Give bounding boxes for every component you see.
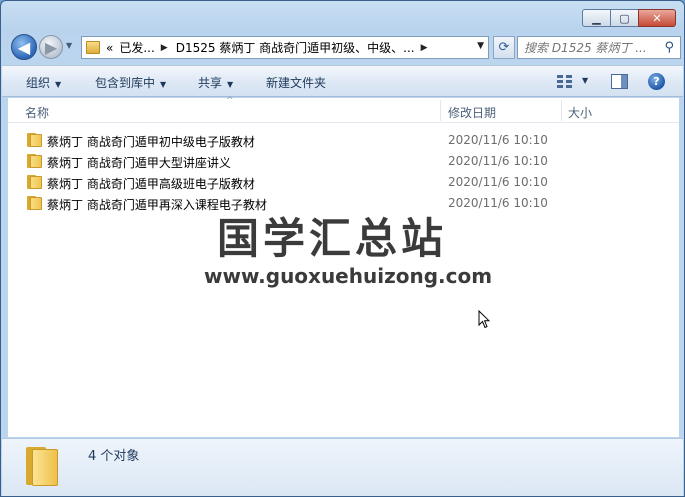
preview-pane-icon[interactable] <box>611 74 628 89</box>
organize-label: 组织 <box>26 76 51 90</box>
forward-button[interactable]: ▶ <box>39 35 63 59</box>
breadcrumb-separator-icon[interactable]: ▶ <box>161 43 168 53</box>
close-button[interactable]: ✕ <box>638 9 676 27</box>
navigation-bar: ◀ ▶ ▼ « 已发... ▶ D1525 蔡炳丁 商战奇门遁甲初级、中级、..… <box>9 34 681 60</box>
share-label: 共享 <box>198 76 223 90</box>
search-input[interactable] <box>524 40 656 55</box>
file-list-pane: ^ 名称 修改日期 大小 蔡炳丁 商战奇门遁甲初中级电子版教材 2020/11/… <box>8 96 679 437</box>
list-item[interactable]: 蔡炳丁 商战奇门遁甲初中级电子版教材 2020/11/6 10:10 <box>8 130 679 151</box>
column-header-name[interactable]: 名称 <box>25 104 49 121</box>
breadcrumb-segment[interactable]: D1525 蔡炳丁 商战奇门遁甲初级、中级、... <box>176 39 415 56</box>
file-date: 2020/11/6 10:10 <box>448 133 548 147</box>
column-header-date-modified[interactable]: 修改日期 <box>448 104 496 121</box>
column-divider[interactable] <box>440 100 441 121</box>
column-divider[interactable] <box>561 100 562 121</box>
command-bar: 组织 ▼ 包含到库中 ▼ 共享 ▼ 新建文件夹 ▼ ? <box>2 65 683 97</box>
column-header-size[interactable]: 大小 <box>568 104 592 121</box>
back-button[interactable]: ◀ <box>11 34 37 60</box>
list-item[interactable]: 蔡炳丁 商战奇门遁甲大型讲座讲义 2020/11/6 10:10 <box>8 151 679 172</box>
include-in-library-button[interactable]: 包含到库中 ▼ <box>95 74 166 91</box>
folder-icon <box>27 133 43 147</box>
file-rows: 蔡炳丁 商战奇门遁甲初中级电子版教材 2020/11/6 10:10 蔡炳丁 商… <box>8 130 679 214</box>
folder-icon <box>86 41 100 54</box>
chevron-down-icon: ▼ <box>160 80 167 89</box>
list-item[interactable]: 蔡炳丁 商战奇门遁甲高级班电子版教材 2020/11/6 10:10 <box>8 172 679 193</box>
refresh-button[interactable]: ⟳ <box>493 36 515 59</box>
search-box[interactable]: ⚲ <box>517 36 681 59</box>
help-icon[interactable]: ? <box>648 73 665 90</box>
breadcrumb-segment[interactable]: 已发... <box>119 39 154 56</box>
folder-icon <box>26 445 62 487</box>
organize-menu-button[interactable]: 组织 ▼ <box>26 74 61 91</box>
sort-ascending-icon: ^ <box>226 96 234 106</box>
file-name: 蔡炳丁 商战奇门遁甲初中级电子版教材 <box>47 135 255 149</box>
folder-icon <box>27 196 43 210</box>
chevron-down-icon: ▼ <box>227 80 234 89</box>
change-view-icon[interactable] <box>557 75 573 88</box>
breadcrumb-separator-icon[interactable]: ▶ <box>421 43 428 53</box>
address-overflow[interactable]: « <box>106 41 113 55</box>
share-menu-button[interactable]: 共享 ▼ <box>198 74 233 91</box>
watermark-title: 国学汇总站 <box>217 214 448 263</box>
folder-icon <box>27 154 43 168</box>
folder-icon <box>27 175 43 189</box>
watermark-url: www.guoxuehuizong.com <box>204 264 493 288</box>
item-count: 4 个对象 <box>88 449 140 464</box>
address-bar[interactable]: « 已发... ▶ D1525 蔡炳丁 商战奇门遁甲初级、中级、... ▶ ▼ <box>81 36 489 59</box>
include-in-library-label: 包含到库中 <box>95 76 156 90</box>
new-folder-button[interactable]: 新建文件夹 <box>266 74 326 91</box>
file-date: 2020/11/6 10:10 <box>448 196 548 210</box>
address-dropdown-icon[interactable]: ▼ <box>477 41 484 51</box>
file-name: 蔡炳丁 商战奇门遁甲大型讲座讲义 <box>47 156 231 170</box>
explorer-window: ▁ ▢ ✕ ◀ ▶ ▼ « 已发... ▶ D1525 蔡炳丁 商战奇门遁甲初级… <box>0 0 685 497</box>
search-icon[interactable]: ⚲ <box>664 40 674 55</box>
column-header-row: ^ 名称 修改日期 大小 <box>8 96 679 123</box>
caption-buttons: ▁ ▢ ✕ <box>582 9 676 27</box>
mouse-pointer-icon <box>478 310 490 329</box>
file-name: 蔡炳丁 商战奇门遁甲高级班电子版教材 <box>47 177 255 191</box>
file-date: 2020/11/6 10:10 <box>448 154 548 168</box>
minimize-button[interactable]: ▁ <box>582 9 610 27</box>
maximize-button[interactable]: ▢ <box>610 9 638 27</box>
file-date: 2020/11/6 10:10 <box>448 175 548 189</box>
view-options-dropdown-icon[interactable]: ▼ <box>582 76 588 85</box>
recent-pages-dropdown[interactable]: ▼ <box>66 41 72 50</box>
chevron-down-icon: ▼ <box>55 80 62 89</box>
details-pane: 4 个对象 <box>2 438 683 496</box>
